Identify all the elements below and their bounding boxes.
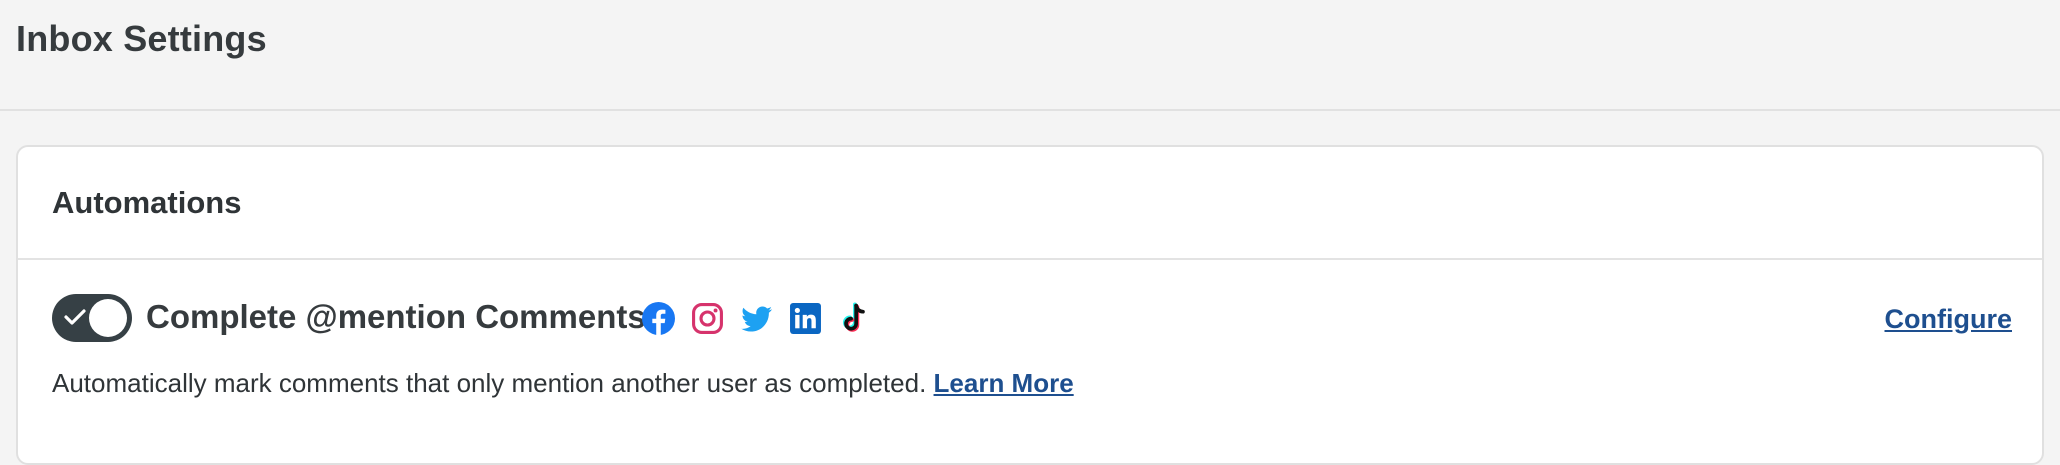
mention-comments-toggle[interactable] [52,294,132,342]
tiktok-icon [842,302,865,332]
learn-more-link[interactable]: Learn More [934,368,1074,398]
automations-title: Automations [52,185,242,220]
twitter-icon [741,306,772,331]
network-icons [642,300,871,336]
automations-header: Automations [18,147,2042,260]
page-header: Inbox Settings [0,0,2060,111]
toggle-knob [89,299,127,337]
setting-name: Complete @mention Comments [146,298,646,335]
linkedin-icon [790,302,821,334]
page-title: Inbox Settings [16,18,267,59]
setting-description-text: Automatically mark comments that only me… [52,368,927,398]
instagram-icon [692,302,723,334]
setting-description: Automatically mark comments that only me… [52,368,1074,399]
setting-row-mention-comments: Complete @mention Comments Configure Aut… [18,260,2042,460]
configure-link[interactable]: Configure [1885,304,2013,335]
automations-card: Automations Complete @mention Comments C… [16,145,2044,465]
facebook-icon [642,301,675,335]
checkmark-icon [64,309,86,325]
